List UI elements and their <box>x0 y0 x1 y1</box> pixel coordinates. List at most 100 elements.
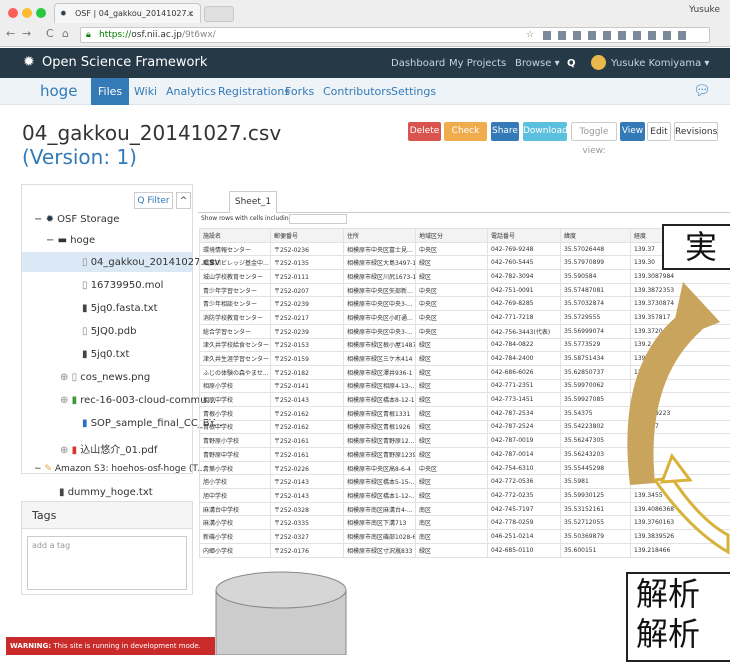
table-cell[interactable]: 042-773-1451 <box>488 393 561 407</box>
table-cell[interactable]: 緑区 <box>416 420 488 434</box>
maximize-window-icon[interactable] <box>36 8 46 18</box>
expand-icon[interactable]: ⊕ <box>60 445 72 456</box>
table-cell[interactable]: 緑区 <box>416 543 488 557</box>
table-cell[interactable]: 042-771-2351 <box>488 379 561 393</box>
table-cell[interactable]: 青少年相談センター <box>200 297 271 311</box>
home-icon[interactable]: ⌂ <box>62 27 69 40</box>
table-cell[interactable]: 中央区 <box>416 283 488 297</box>
tree-item-file[interactable]: ⊕ ▯ cos_news.png <box>60 372 150 383</box>
collapse-button[interactable]: ^ <box>176 192 191 209</box>
table-cell[interactable]: 相模原市緑区橋本5-15-... <box>344 475 416 489</box>
table-cell[interactable]: 〒252-0153 <box>271 338 344 352</box>
collapse-icon[interactable]: − <box>34 214 46 225</box>
expand-icon[interactable]: ⊕ <box>60 372 72 383</box>
table-cell[interactable]: 総合学習センター <box>200 324 271 338</box>
table-cell[interactable]: 南区 <box>416 502 488 516</box>
table-cell[interactable]: 042-778-0259 <box>488 516 561 530</box>
comments-icon[interactable]: 💬︎ <box>693 83 711 99</box>
table-cell[interactable]: 青野原小学校 <box>200 434 271 448</box>
revisions-button[interactable]: Revisions <box>674 122 718 141</box>
table-cell[interactable]: 042-782-3094 <box>488 270 561 284</box>
table-cell[interactable]: 相模原市緑区大島3497-1 <box>344 256 416 270</box>
table-cell[interactable]: 相模原市南区下溝713 <box>344 516 416 530</box>
table-cell[interactable]: 042-745-7197 <box>488 502 561 516</box>
table-cell[interactable]: 相模原市中央区中央3-... <box>344 324 416 338</box>
table-cell[interactable]: 〒252-0162 <box>271 406 344 420</box>
tree-item-osf-storage[interactable]: − ✹ OSF Storage <box>34 214 119 225</box>
tag-input[interactable]: add a tag <box>27 536 187 590</box>
table-cell[interactable]: 青根中学校 <box>200 420 271 434</box>
table-cell[interactable]: 緑区 <box>416 352 488 366</box>
table-cell[interactable]: 〒252-0182 <box>271 365 344 379</box>
table-cell[interactable]: 042-756-3443(代表) <box>488 324 561 338</box>
table-cell[interactable]: 消防学校教育センター <box>200 311 271 325</box>
table-cell[interactable]: 中央区 <box>416 242 488 256</box>
table-cell[interactable]: 中央区 <box>416 324 488 338</box>
table-cell[interactable]: 青野原中学校 <box>200 448 271 462</box>
address-bar[interactable]: 🔒︎ https://osf.nii.ac.jp/9t6wx/ ☆ <box>80 27 710 43</box>
tree-item-file[interactable]: ⊕ ▮ rec-16-003-cloud-commu... <box>60 395 216 406</box>
table-cell[interactable]: 緑区 <box>416 406 488 420</box>
edit-button[interactable]: Edit <box>647 122 671 141</box>
table-cell[interactable]: 相模原市緑区青野原1239 <box>344 448 416 462</box>
table-cell[interactable]: 〒252-0111 <box>271 270 344 284</box>
forward-icon[interactable]: → <box>22 27 31 40</box>
table-cell[interactable]: 相模原市緑区橋本1-12-... <box>344 489 416 503</box>
column-header[interactable]: 住所 <box>344 229 416 243</box>
view-button[interactable]: View <box>620 122 645 141</box>
table-cell[interactable]: 中央区 <box>416 311 488 325</box>
download-button[interactable]: Download <box>523 122 567 141</box>
table-cell[interactable]: 〒252-0207 <box>271 283 344 297</box>
tree-item-file[interactable]: ▮ 5jq0.fasta.txt <box>82 303 158 314</box>
table-cell[interactable]: 042-784-0822 <box>488 338 561 352</box>
table-cell[interactable]: 〒252-0176 <box>271 543 344 557</box>
tree-item-file[interactable]: ▯ 5JQ0.pdb <box>82 326 136 337</box>
search-icon[interactable]: Q <box>567 58 576 69</box>
table-cell[interactable]: 〒252-0226 <box>271 461 344 475</box>
bookmark-star-icon[interactable]: ☆ <box>526 28 534 43</box>
column-header[interactable]: 郵便番号 <box>271 229 344 243</box>
table-cell[interactable]: 〒252-0236 <box>271 242 344 256</box>
table-cell[interactable]: 〒252-0328 <box>271 502 344 516</box>
table-cell[interactable]: 相模原市南区麻溝台4-... <box>344 502 416 516</box>
collapse-icon[interactable]: − <box>46 235 58 246</box>
table-cell[interactable]: 城山学校教育センター <box>200 270 271 284</box>
table-cell[interactable]: 中央区 <box>416 461 488 475</box>
tree-item-file[interactable]: ▮ dummy_hoge.txt <box>59 487 153 498</box>
nav-browse[interactable]: Browse ▾ <box>515 58 560 69</box>
table-cell[interactable]: 青葉小学校 <box>200 461 271 475</box>
table-cell[interactable]: 相模原市緑区青野原12... <box>344 434 416 448</box>
minimize-window-icon[interactable] <box>22 8 32 18</box>
table-cell[interactable]: 〒252-0159 <box>271 352 344 366</box>
tree-item-file[interactable]: ▯ 16739950.mol <box>82 280 163 291</box>
table-cell[interactable]: 津久井生涯学習センター <box>200 352 271 366</box>
table-cell[interactable]: 青根小学校 <box>200 406 271 420</box>
sheet-tab[interactable]: Sheet_1 <box>229 191 277 213</box>
table-cell[interactable]: 〒252-0143 <box>271 393 344 407</box>
table-cell[interactable]: 〒252-0135 <box>271 256 344 270</box>
table-cell[interactable]: 緑区 <box>416 379 488 393</box>
table-cell[interactable]: 相模原市中央区富士見... <box>344 242 416 256</box>
column-header[interactable]: 電話番号 <box>488 229 561 243</box>
new-tab-button[interactable] <box>204 6 234 22</box>
table-cell[interactable]: 相原中学校 <box>200 393 271 407</box>
table-cell[interactable]: 中央区 <box>416 297 488 311</box>
table-cell[interactable]: 042-769-8285 <box>488 297 561 311</box>
table-cell[interactable]: 〒252-0335 <box>271 516 344 530</box>
file-version[interactable]: (Version: 1) <box>22 145 137 169</box>
table-cell[interactable]: 〒252-0217 <box>271 311 344 325</box>
table-cell[interactable]: 042-787-0014 <box>488 448 561 462</box>
table-cell[interactable]: 相模原市中央区中央3-... <box>344 297 416 311</box>
table-cell[interactable]: 相模原市緑区根小屋1487 <box>344 338 416 352</box>
table-cell[interactable]: 麻溝台中学校 <box>200 502 271 516</box>
table-cell[interactable]: 042-769-9248 <box>488 242 561 256</box>
column-header[interactable]: 施設名 <box>200 229 271 243</box>
column-header[interactable]: 緯度 <box>561 229 631 243</box>
table-cell[interactable]: 麻溝小学校 <box>200 516 271 530</box>
table-cell[interactable]: 内郷小学校 <box>200 543 271 557</box>
table-cell[interactable]: 相模原市緑区橋本8-12-1 <box>344 393 416 407</box>
table-cell[interactable]: 042-754-6310 <box>488 461 561 475</box>
tab-contributors[interactable]: Contributors <box>323 85 392 98</box>
table-cell[interactable]: 35.57970899 <box>561 256 631 270</box>
table-cell[interactable]: 相模原市緑区川尻1673-1 <box>344 270 416 284</box>
